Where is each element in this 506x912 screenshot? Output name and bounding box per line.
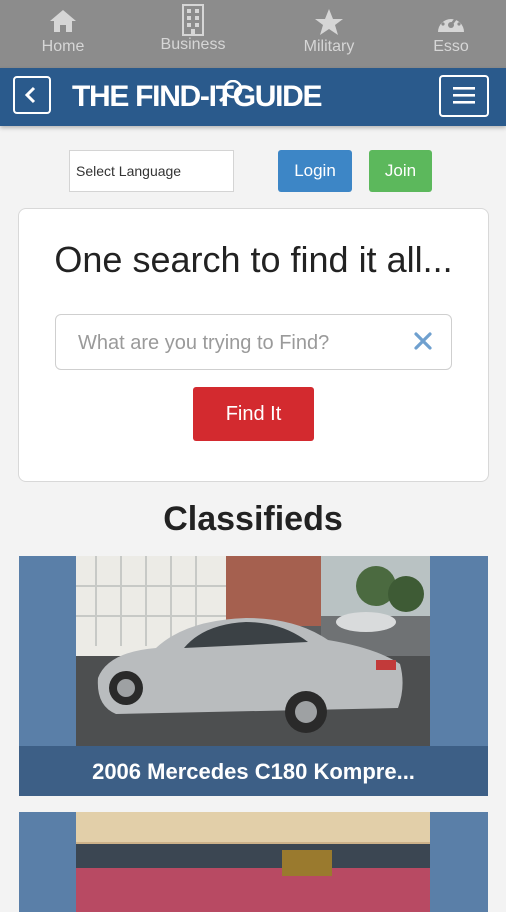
site-logo[interactable]: THE FIND-ITGUIDE	[72, 78, 323, 116]
listing-photo	[76, 812, 430, 912]
classified-listing[interactable]	[19, 812, 488, 912]
search-heading: One search to find it all...	[54, 239, 453, 280]
language-select[interactable]: Select Language	[69, 150, 234, 192]
clear-icon[interactable]	[413, 331, 433, 351]
tab-military[interactable]: Military	[266, 0, 392, 68]
tab-esso[interactable]: Esso	[388, 0, 506, 68]
login-button[interactable]: Login	[278, 150, 352, 192]
tab-home[interactable]: Home	[0, 0, 126, 68]
home-icon	[50, 10, 76, 32]
back-button[interactable]	[13, 76, 51, 114]
gauge-icon	[438, 14, 464, 32]
search-box	[55, 314, 452, 370]
find-it-button[interactable]: Find It	[193, 387, 314, 441]
search-card: One search to find it all... Find It	[18, 208, 489, 482]
magnifier-logo-icon	[219, 80, 243, 102]
menu-button[interactable]	[439, 75, 489, 117]
tab-bar: Home Business Military Esso	[0, 0, 506, 68]
tab-esso-label: Esso	[433, 38, 469, 55]
tab-military-label: Military	[303, 38, 355, 55]
logo-text-main: THE FIND-IT	[72, 80, 234, 113]
listing-photo	[76, 556, 430, 746]
hamburger-menu-icon	[453, 87, 475, 104]
tab-business-label: Business	[160, 36, 226, 53]
tab-home-label: Home	[41, 38, 85, 55]
building-icon	[182, 4, 204, 36]
logo-text-guide: GUIDE	[232, 80, 323, 113]
chevron-left-icon	[24, 86, 36, 104]
search-input[interactable]	[76, 329, 400, 357]
classifieds-title: Classifieds	[163, 500, 343, 538]
app-header: THE FIND-ITGUIDE	[0, 68, 506, 126]
star-icon	[315, 9, 343, 35]
listing-caption: 2006 Mercedes C180 Kompre...	[19, 746, 488, 796]
account-controls: Select Language Login Join	[0, 150, 506, 192]
tab-business[interactable]: Business	[130, 0, 256, 68]
join-button[interactable]: Join	[369, 150, 432, 192]
classified-listing[interactable]: 2006 Mercedes C180 Kompre...	[19, 556, 488, 796]
